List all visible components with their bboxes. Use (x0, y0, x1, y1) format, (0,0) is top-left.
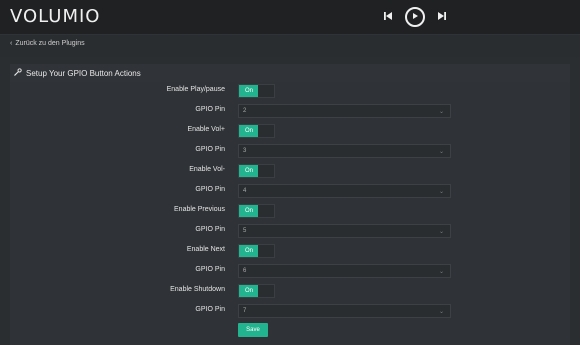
section-title-text: Setup Your GPIO Button Actions (26, 68, 141, 78)
select-value: 5 (243, 228, 247, 234)
row-enable-previous: Enable Previous On (10, 202, 570, 220)
toggle-switch[interactable]: On (238, 204, 275, 218)
select-value: 6 (243, 268, 247, 274)
row-gpio-pin: GPIO Pin 5 ⌄ (10, 222, 570, 240)
toggle-switch[interactable]: On (238, 84, 275, 98)
section-header: Setup Your GPIO Button Actions (10, 64, 570, 83)
row-enable-next: Enable Next On (10, 242, 570, 260)
row-gpio-pin: GPIO Pin 2 ⌄ (10, 102, 570, 120)
toggle-knob (258, 85, 274, 97)
skip-previous-button[interactable] (375, 4, 401, 30)
field-label: GPIO Pin (195, 306, 225, 313)
select-value: 7 (243, 308, 247, 314)
chevron-down-icon: ⌄ (438, 269, 444, 275)
select-value: 2 (243, 108, 247, 114)
top-header: VOLUMIO (0, 0, 580, 35)
chevron-down-icon: ⌄ (438, 229, 444, 235)
gpio-pin-select[interactable]: 6 ⌄ (238, 264, 451, 278)
chevron-down-icon: ⌄ (438, 189, 444, 195)
row-gpio-pin: GPIO Pin 4 ⌄ (10, 182, 570, 200)
gpio-pin-select[interactable]: 7 ⌄ (238, 304, 451, 318)
field-label: Enable Previous (174, 206, 225, 213)
toggle-knob (258, 125, 274, 137)
settings-panel: Enable Play/pause On GPIO Pin 2 ⌄ Enable… (10, 82, 570, 345)
back-to-plugins-link[interactable]: ‹ Zurück zu den Plugins (10, 40, 85, 47)
back-label: Zurück zu den Plugins (15, 40, 85, 47)
gpio-pin-select[interactable]: 2 ⌄ (238, 104, 451, 118)
toggle-state: On (239, 125, 259, 137)
section-title: Setup Your GPIO Button Actions (14, 68, 141, 78)
toggle-knob (258, 245, 274, 257)
row-enable-vol-plus: Enable Vol+ On (10, 122, 570, 140)
row-enable-shutdown: Enable Shutdown On (10, 282, 570, 300)
field-label: Enable Vol+ (187, 126, 225, 133)
back-bar: ‹ Zurück zu den Plugins (0, 35, 580, 57)
select-value: 3 (243, 148, 247, 154)
play-button[interactable] (402, 4, 428, 30)
toggle-state: On (239, 205, 259, 217)
playback-controls (375, 4, 455, 30)
chevron-down-icon: ⌄ (438, 109, 444, 115)
toggle-knob (258, 285, 274, 297)
row-gpio-pin: GPIO Pin 7 ⌄ (10, 302, 570, 320)
field-label: GPIO Pin (195, 266, 225, 273)
row-enable-play-pause: Enable Play/pause On (10, 82, 570, 100)
toggle-state: On (239, 245, 259, 257)
play-circle (405, 7, 425, 27)
toggle-switch[interactable]: On (238, 164, 275, 178)
toggle-state: On (239, 165, 259, 177)
field-label: Enable Shutdown (170, 286, 225, 293)
chevron-down-icon: ⌄ (438, 149, 444, 155)
toggle-state: On (239, 85, 259, 97)
field-label: Enable Next (186, 246, 225, 253)
skip-next-button[interactable] (429, 4, 455, 30)
gpio-pin-select[interactable]: 4 ⌄ (238, 184, 451, 198)
toggle-knob (258, 165, 274, 177)
select-value: 4 (243, 188, 247, 194)
skip-previous-icon (383, 8, 393, 26)
chevron-left-icon: ‹ (10, 40, 13, 47)
toggle-knob (258, 205, 274, 217)
toggle-switch[interactable]: On (238, 124, 275, 138)
row-gpio-pin: GPIO Pin 6 ⌄ (10, 262, 570, 280)
gpio-pin-select[interactable]: 3 ⌄ (238, 144, 451, 158)
save-button[interactable]: Save (238, 323, 268, 337)
toggle-switch[interactable]: On (238, 284, 275, 298)
volumio-window: VOLUMIO ‹ Zurück zu den Plugins Setup Yo… (0, 0, 580, 345)
field-label: GPIO Pin (195, 186, 225, 193)
play-icon (410, 8, 420, 26)
gpio-pin-select[interactable]: 5 ⌄ (238, 224, 451, 238)
skip-next-icon (437, 8, 447, 26)
wrench-icon (14, 68, 22, 78)
field-label: Enable Play/pause (166, 86, 225, 93)
app-logo: VOLUMIO (10, 6, 101, 27)
field-label: GPIO Pin (195, 146, 225, 153)
row-enable-vol-minus: Enable Vol- On (10, 162, 570, 180)
field-label: GPIO Pin (195, 106, 225, 113)
field-label: Enable Vol- (189, 166, 225, 173)
field-label: GPIO Pin (195, 226, 225, 233)
toggle-state: On (239, 285, 259, 297)
chevron-down-icon: ⌄ (438, 309, 444, 315)
row-gpio-pin: GPIO Pin 3 ⌄ (10, 142, 570, 160)
toggle-switch[interactable]: On (238, 244, 275, 258)
